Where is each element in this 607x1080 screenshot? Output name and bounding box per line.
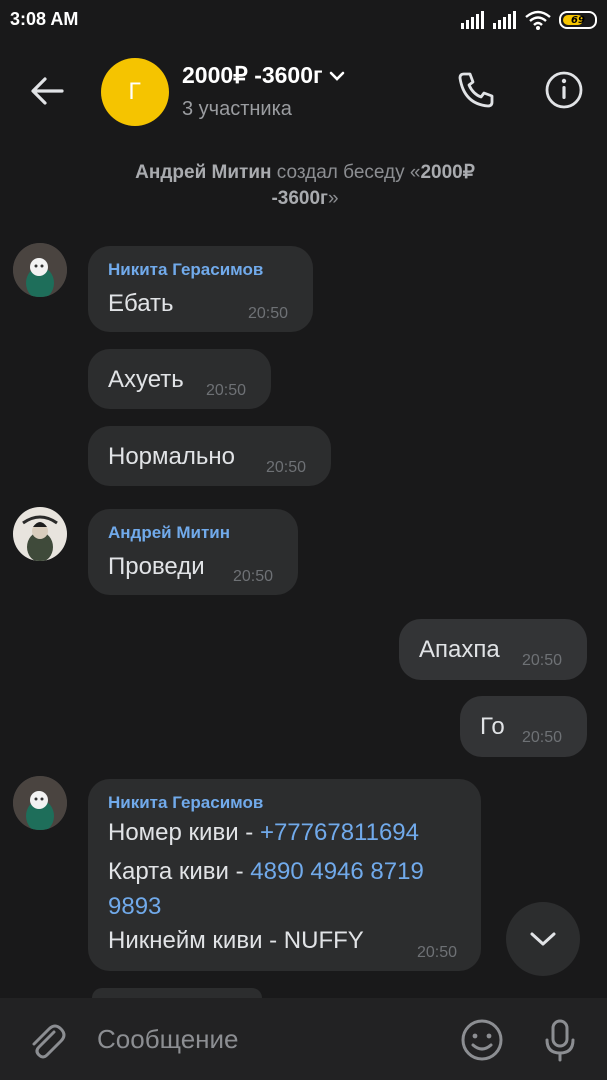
avatar[interactable]	[13, 243, 67, 297]
message-bubble[interactable]: Никита Герасимов Номер киви - +777678116…	[88, 779, 481, 971]
chat-title-text: 2000₽ -3600г	[182, 62, 323, 88]
microphone-icon[interactable]	[536, 1016, 584, 1064]
message-author[interactable]: Никита Герасимов	[108, 260, 263, 280]
chat-title[interactable]: 2000₽ -3600г	[182, 62, 345, 89]
message-text: Ебать	[108, 290, 174, 317]
battery-icon: 69	[559, 11, 597, 29]
wifi-icon	[525, 10, 551, 30]
chevron-down-icon	[329, 71, 344, 81]
message-text: Го	[480, 713, 505, 740]
system-author: Андрей Митин	[135, 162, 272, 183]
message-line: Никнейм киви - NUFFY	[108, 927, 364, 954]
message-input[interactable]: Сообщение	[97, 1024, 239, 1055]
composer-bar: Сообщение	[0, 998, 607, 1080]
avatar-letter: Г	[128, 79, 142, 105]
message-text: Апахпа	[419, 636, 500, 663]
message-time: 20:50	[248, 305, 289, 322]
message-text: Ахуеть	[108, 366, 184, 393]
message-bubble[interactable]: Андрей Митин Проведи 20:50	[88, 509, 298, 595]
chat-avatar[interactable]: Г	[101, 58, 169, 126]
message-bubble[interactable]: Никита Герасимов Ебать 20:50	[88, 246, 313, 332]
back-arrow-icon[interactable]	[26, 70, 68, 112]
user-avatar-icon	[13, 507, 67, 561]
signal-icon	[493, 11, 516, 29]
avatar[interactable]	[13, 507, 67, 561]
phone-link[interactable]: +77767811694	[260, 819, 419, 846]
system-close: »	[327, 188, 339, 209]
line-label: Номер киви -	[108, 819, 260, 846]
chevron-down-icon	[530, 932, 556, 946]
signal-icon	[461, 11, 484, 29]
battery-level: 69	[571, 14, 585, 26]
message-text: Проведи	[108, 553, 205, 580]
message-text: Нормально	[108, 443, 235, 470]
message-bubble[interactable]: Ахуеть 20:50	[88, 349, 271, 409]
outgoing-message-bubble[interactable]: Го 20:50	[460, 696, 587, 757]
status-bar: 3:08 AM 69	[0, 0, 607, 42]
message-line: Карта киви - 4890 4946 8719 9893	[108, 854, 438, 924]
info-icon[interactable]	[542, 68, 586, 112]
message-author[interactable]: Никита Герасимов	[108, 793, 263, 813]
phone-icon[interactable]	[454, 68, 498, 112]
message-time: 20:50	[522, 652, 563, 669]
system-action: создал беседу «	[271, 162, 421, 183]
participants-count: 3 участника	[182, 98, 292, 120]
message-time: 20:50	[206, 382, 247, 399]
outgoing-message-bubble[interactable]: Апахпа 20:50	[399, 619, 587, 680]
paperclip-icon[interactable]	[24, 1018, 68, 1062]
message-line: Номер киви - +77767811694	[108, 819, 419, 847]
user-avatar-icon	[13, 243, 67, 297]
chat-header: Г 2000₽ -3600г 3 участника	[0, 42, 607, 142]
message-time: 20:50	[522, 729, 563, 746]
scroll-to-bottom-button[interactable]	[506, 902, 580, 976]
message-time: 20:50	[266, 459, 307, 476]
message-author[interactable]: Андрей Митин	[108, 523, 230, 543]
message-time: 20:50	[233, 568, 274, 585]
status-icons: 69	[461, 10, 597, 30]
system-message: Андрей Митин создал беседу «2000₽ -3600г…	[100, 160, 510, 212]
line-label: Карта киви -	[108, 858, 251, 885]
status-time: 3:08 AM	[10, 9, 79, 29]
user-avatar-icon	[13, 776, 67, 830]
smile-icon[interactable]	[458, 1016, 506, 1064]
avatar[interactable]	[13, 776, 67, 830]
message-time: 20:50	[417, 944, 458, 961]
message-bubble[interactable]: Нормально 20:50	[88, 426, 331, 486]
